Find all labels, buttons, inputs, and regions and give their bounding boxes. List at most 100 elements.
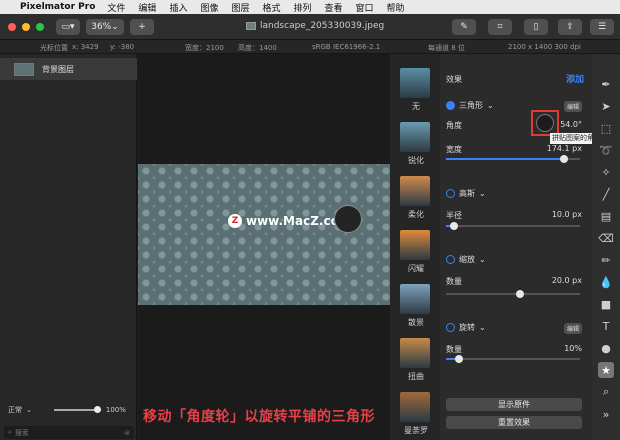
pencil-tool-icon[interactable]: ✏ (598, 252, 614, 268)
more-tools-icon[interactable]: » (598, 406, 614, 422)
highpass-toggle[interactable] (446, 189, 455, 198)
width-slider[interactable] (446, 155, 580, 163)
add-effect-button[interactable]: 添加 (566, 72, 584, 85)
preset-item[interactable]: 扭曲 (400, 338, 432, 382)
width-label: 宽度 (446, 145, 462, 154)
cursor-label: 光标位置 (40, 44, 68, 52)
shape-tool-icon[interactable]: ■ (598, 296, 614, 312)
share-button[interactable]: ⇪ (558, 19, 582, 35)
layer-search-input[interactable]: ⌕ 搜索 ⊜ (4, 426, 134, 439)
preset-item[interactable]: 散景 (400, 284, 432, 328)
rotate-amount-value: 10% (564, 344, 582, 353)
eraser-tool-icon[interactable]: ⌫ (598, 230, 614, 246)
menu-file[interactable]: 文件 (107, 1, 125, 14)
opacity-slider[interactable] (53, 406, 101, 413)
triangle-effect-header[interactable]: 三角形 ⌄ (446, 100, 494, 111)
effects-panel: 效果 添加 三角形 ⌄ 编辑 角度 54.0° 宽度 174.1 px 高斯 ⌄… (440, 54, 592, 440)
watermark-logo-icon: Z (228, 214, 242, 228)
menu-edit[interactable]: 编辑 (138, 1, 156, 14)
text-tool-icon[interactable]: T (598, 318, 614, 334)
arrow-tool-icon[interactable]: ➤ (598, 98, 614, 114)
color-space: sRGB IEC61966-2.1 (312, 43, 381, 51)
style-tool-button[interactable]: ✎ (452, 19, 476, 35)
info-bar: 光标位置 x: 3429 y: -380 宽度：2100 高度：1400 sRG… (0, 40, 620, 54)
window-toolbar: ▭▾ 36% ⌄ + landscape_205330039.jpeg ✎ ⌗ ▯… (0, 14, 620, 40)
rotate-effect-name: 旋转 (459, 323, 475, 332)
close-window-button[interactable] (8, 23, 16, 31)
opacity-knob[interactable] (93, 406, 101, 413)
zoom-window-button[interactable] (36, 23, 44, 31)
gradient-tool-icon[interactable]: ▤ (598, 208, 614, 224)
slider-knob[interactable] (515, 290, 524, 298)
radius-slider[interactable] (446, 222, 580, 230)
blend-opacity-row: 正常 ⌄ 100% (0, 402, 137, 418)
angle-wheel-control[interactable] (536, 114, 554, 132)
selection-tool-icon[interactable]: ⬚ (598, 120, 614, 136)
document-thumbnail-icon (246, 22, 256, 30)
rotate-slider[interactable] (446, 355, 580, 363)
menu-image[interactable]: 图像 (200, 1, 218, 14)
watermark: Z www.MacZ.com (228, 214, 351, 228)
menu-window[interactable]: 窗口 (356, 1, 374, 14)
preset-item[interactable]: 曼荼罗 (400, 392, 432, 436)
menu-help[interactable]: 帮助 (387, 1, 405, 14)
lasso-tool-icon[interactable]: ➰ (598, 142, 614, 158)
crop-icon: ⌗ (497, 22, 503, 32)
drop-tool-icon[interactable]: 💧 (598, 274, 614, 290)
layers-sidebar: 背景图层 正常 ⌄ 100% ⌕ 搜索 ⊜ (0, 54, 137, 440)
canvas-image[interactable] (138, 164, 390, 305)
preset-item[interactable]: 闪耀 (400, 230, 432, 274)
preset-item[interactable]: 无 (400, 68, 432, 112)
add-button[interactable]: + (130, 19, 154, 35)
scale-effect-name: 缩放 (459, 255, 475, 264)
menu-view[interactable]: 查看 (325, 1, 343, 14)
adjust-button[interactable]: ☰ (590, 19, 614, 35)
radius-label: 半径 (446, 211, 462, 220)
angle-wheel-handle[interactable] (334, 205, 362, 233)
new-doc-button[interactable]: ▯ (524, 19, 548, 35)
rotate-edit-button[interactable]: 编辑 (563, 323, 582, 334)
scale-effect-header[interactable]: 缩放 ⌄ (446, 254, 486, 265)
triangle-toggle[interactable] (446, 101, 455, 110)
scale-amount-label: 数量 (446, 277, 462, 286)
menu-arrange[interactable]: 排列 (294, 1, 312, 14)
angle-label: 角度 (446, 121, 462, 130)
minimize-window-button[interactable] (22, 23, 30, 31)
effects-tool-icon[interactable]: ★ (598, 362, 614, 378)
canvas-area[interactable]: Z www.MacZ.com (138, 54, 390, 440)
menu-insert[interactable]: 插入 (169, 1, 187, 14)
show-original-button[interactable]: 显示原件 (446, 398, 582, 411)
chevron-down-icon: ⌄ (479, 255, 486, 264)
crop-button[interactable]: ⌗ (488, 19, 512, 35)
layer-row[interactable]: 背景图层 (0, 58, 137, 80)
view-toggle-button[interactable]: ▭▾ (56, 19, 80, 35)
menu-layer[interactable]: 图层 (231, 1, 249, 14)
preset-item[interactable]: 锐化 (400, 122, 432, 166)
highpass-effect-header[interactable]: 高斯 ⌄ (446, 188, 486, 199)
triangle-edit-button[interactable]: 编辑 (563, 101, 582, 112)
search-placeholder: 搜索 (14, 428, 29, 437)
filter-icon[interactable]: ⊜ (124, 429, 130, 437)
blend-mode-select[interactable]: 正常 (8, 405, 22, 415)
color-tool-icon[interactable]: ● (598, 340, 614, 356)
app-menu[interactable]: Pixelmator Pro (20, 2, 95, 12)
preset-thumbnail (400, 392, 430, 422)
zoom-tool-icon[interactable]: ⌕ (598, 384, 614, 400)
preset-item[interactable]: 柔化 (400, 176, 432, 220)
scale-toggle[interactable] (446, 255, 455, 264)
scale-slider[interactable] (446, 290, 580, 298)
chevron-down-icon: ⌄ (487, 101, 494, 110)
slider-knob[interactable] (455, 355, 464, 363)
rotate-amount-label: 数量 (446, 345, 462, 354)
slider-knob[interactable] (450, 222, 459, 230)
rotate-toggle[interactable] (446, 323, 455, 332)
pen-tool-icon[interactable]: ✒ (598, 76, 614, 92)
zoom-dropdown[interactable]: 36% ⌄ (86, 19, 124, 35)
slider-knob[interactable] (559, 155, 568, 163)
magic-wand-icon[interactable]: ✧ (598, 164, 614, 180)
rotate-effect-header[interactable]: 旋转 ⌄ (446, 322, 486, 333)
preset-thumbnail (400, 230, 430, 260)
reset-effects-button[interactable]: 重置效果 (446, 416, 582, 429)
brush-tool-icon[interactable]: ╱ (598, 186, 614, 202)
menu-format[interactable]: 格式 (262, 1, 280, 14)
